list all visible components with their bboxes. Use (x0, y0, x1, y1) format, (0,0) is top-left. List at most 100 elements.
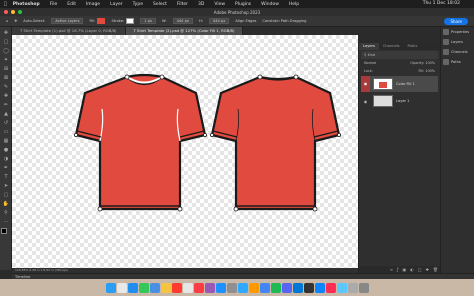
height-field[interactable]: 444 px (208, 18, 230, 24)
menu-select[interactable]: Select (153, 2, 167, 7)
align-edges-checkbox[interactable]: Align Edges (235, 19, 256, 23)
chrome-icon[interactable] (259, 282, 270, 293)
marquee-tool-icon[interactable]: □ (2, 39, 10, 45)
width-field[interactable]: 444 px (172, 18, 193, 24)
reminders-icon[interactable] (182, 282, 193, 293)
move-tool-icon[interactable]: ✥ (14, 19, 17, 23)
safari-icon[interactable] (127, 282, 138, 293)
layer-name[interactable]: Layer 1 (396, 99, 409, 103)
close-window-button[interactable] (4, 10, 8, 14)
messages-icon[interactable] (138, 282, 149, 293)
menu-3d[interactable]: 3D (198, 2, 204, 7)
document-tab-2[interactable]: T Shirt Template (2).psd @ 127% (Color F… (125, 27, 244, 35)
zoom-tool-icon[interactable]: ⚲ (2, 210, 10, 216)
menu-edit[interactable]: Edit (67, 2, 76, 7)
fill-opacity-field[interactable]: Fill: 100% (419, 68, 435, 75)
menu-layer[interactable]: Layer (110, 2, 123, 7)
more-tools-icon[interactable]: ⋯ (2, 219, 10, 225)
layer-kind-filter[interactable]: ⚲ Kind (361, 51, 438, 59)
home-icon[interactable]: ⌂ (6, 19, 8, 23)
crop-tool-icon[interactable]: ⊞ (2, 66, 10, 72)
dock-item-channels[interactable]: Channels (441, 47, 474, 57)
stroke-swatch[interactable] (126, 18, 135, 24)
adjustment-icon[interactable]: ◐ (410, 266, 414, 273)
mail-icon[interactable] (149, 282, 160, 293)
document-canvas[interactable] (12, 35, 358, 268)
tab-channels[interactable]: Channels (379, 43, 404, 50)
tab-paths[interactable]: Paths (404, 43, 422, 50)
apple-icon[interactable]:  (4, 2, 7, 7)
layer-row-layer-1[interactable]: ◉ Layer 1 (361, 93, 438, 109)
trash-icon[interactable]: 🗑 (433, 266, 438, 273)
dock-item-layers[interactable]: Layers (441, 37, 474, 47)
opacity-field[interactable]: Opacity: 100% (410, 60, 435, 67)
eye-icon[interactable]: ◉ (361, 99, 370, 104)
finder-icon[interactable] (105, 282, 116, 293)
layer-name[interactable]: Color Fill 1 (396, 82, 415, 86)
minimize-window-button[interactable] (11, 10, 15, 14)
notes-icon[interactable] (160, 282, 171, 293)
stroke-size-field[interactable]: 1 px (140, 18, 156, 24)
music-icon[interactable] (193, 282, 204, 293)
shape-tool-icon[interactable]: ▢ (2, 192, 10, 198)
dock-item-paths[interactable]: Paths (441, 57, 474, 67)
zoom-icon[interactable] (314, 282, 325, 293)
word-icon[interactable] (292, 282, 303, 293)
menu-app-name[interactable]: Photoshop (13, 2, 40, 7)
auto-select-target-dropdown[interactable]: Active Layers (51, 18, 84, 24)
blend-mode-dropdown[interactable]: Normal (364, 60, 376, 67)
move-tool-icon[interactable]: ✥ (2, 30, 10, 36)
brush-tool-icon[interactable]: ✏ (2, 102, 10, 108)
menu-file[interactable]: File (50, 2, 58, 7)
zoom-window-button[interactable] (18, 10, 22, 14)
mask-icon[interactable]: ▣ (403, 266, 407, 273)
terminal-icon[interactable] (303, 282, 314, 293)
tab-layers[interactable]: Layers (359, 43, 379, 50)
menu-filter[interactable]: Filter (177, 2, 188, 7)
menu-view[interactable]: View (214, 2, 225, 7)
eyedropper-tool-icon[interactable]: ✎ (2, 84, 10, 90)
foreground-color-swatch[interactable] (1, 228, 7, 234)
hand-tool-icon[interactable]: ✋ (2, 201, 10, 207)
fill-swatch[interactable] (97, 18, 106, 24)
quick-select-tool-icon[interactable]: ✦ (2, 57, 10, 63)
type-tool-icon[interactable]: T (2, 174, 10, 180)
dock-item-properties[interactable]: Properties (441, 27, 474, 37)
layer-row-color-fill[interactable]: ◉ Color Fill 1 (361, 76, 438, 92)
photoshop-icon[interactable] (237, 282, 248, 293)
photos-icon[interactable] (325, 282, 336, 293)
settings-icon[interactable] (226, 282, 237, 293)
gradient-tool-icon[interactable]: ▦ (2, 138, 10, 144)
blur-tool-icon[interactable]: ● (2, 147, 10, 153)
fx-icon[interactable]: ƒ (397, 266, 398, 273)
folder-icon[interactable]: □ (418, 266, 422, 273)
eye-icon[interactable]: ◉ (361, 76, 370, 92)
clone-stamp-tool-icon[interactable]: ▲ (2, 111, 10, 117)
illustrator-icon[interactable] (248, 282, 259, 293)
constrain-path-checkbox[interactable]: Constrain Path Dragging (262, 19, 306, 23)
menu-image[interactable]: Image (86, 2, 100, 7)
calendar-icon[interactable] (171, 282, 182, 293)
app-store-icon[interactable] (215, 282, 226, 293)
podcasts-icon[interactable] (204, 282, 215, 293)
link-icon[interactable]: ∞ (390, 266, 393, 273)
launchpad-icon[interactable] (116, 282, 127, 293)
color-swatches[interactable] (1, 228, 11, 238)
document-tab-1[interactable]: T Shirt Template (1).psd @ 16.7% (Layer … (12, 27, 126, 35)
pen-tool-icon[interactable]: ✒ (2, 165, 10, 171)
path-select-tool-icon[interactable]: ➤ (2, 183, 10, 189)
eraser-tool-icon[interactable]: ▭ (2, 129, 10, 135)
trash-icon[interactable] (358, 282, 369, 293)
spotify-icon[interactable] (270, 282, 281, 293)
history-brush-tool-icon[interactable]: ↺ (2, 120, 10, 126)
dodge-tool-icon[interactable]: ◑ (2, 156, 10, 162)
menubar-clock[interactable]: Thu 1 Dec 18:02 (423, 1, 460, 6)
downloads-icon[interactable] (347, 282, 358, 293)
menu-plugins[interactable]: Plugins (235, 2, 251, 7)
frame-tool-icon[interactable]: ⊠ (2, 75, 10, 81)
healing-tool-icon[interactable]: ✚ (2, 93, 10, 99)
share-button[interactable]: Share (444, 18, 468, 25)
menu-type[interactable]: Type (133, 2, 143, 7)
new-layer-icon[interactable]: ✚ (426, 266, 429, 273)
discord-icon[interactable] (281, 282, 292, 293)
